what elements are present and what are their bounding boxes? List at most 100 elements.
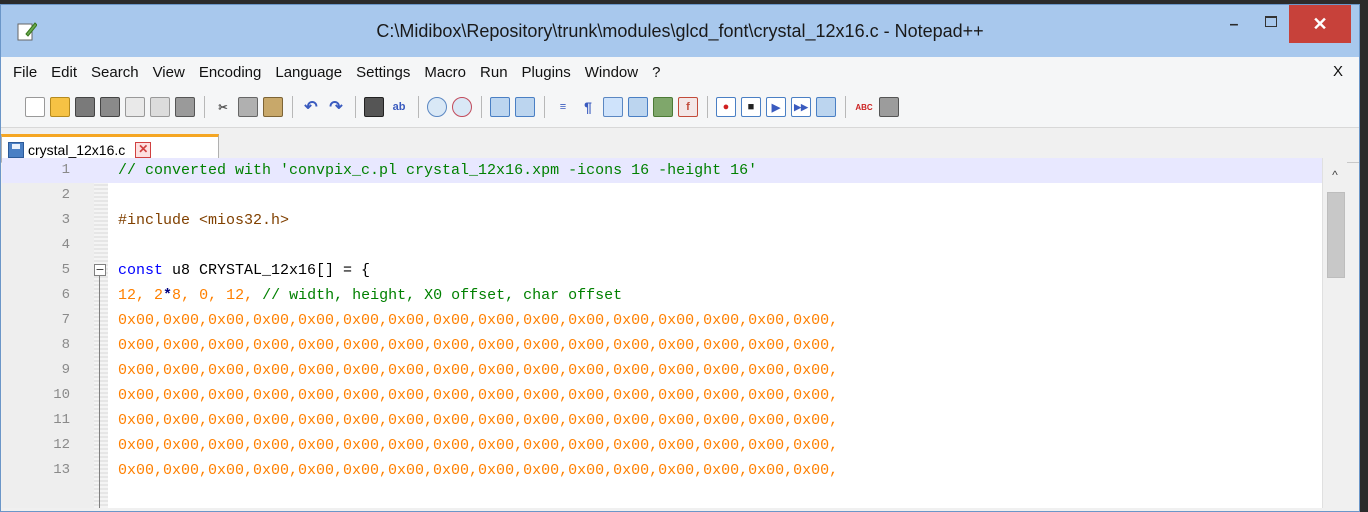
line-number: 10 [53, 387, 70, 403]
stop-recording-icon[interactable]: ■ [741, 97, 761, 117]
fold-collapse-icon[interactable]: − [94, 264, 106, 276]
paste-icon[interactable] [263, 97, 283, 117]
record-macro-icon[interactable]: ● [716, 97, 736, 117]
line-text: 0x00,0x00,0x00,0x00,0x00,0x00,0x00,0x00,… [118, 412, 839, 429]
line-number: 6 [61, 287, 70, 303]
maximize-button[interactable] [1259, 5, 1283, 37]
show-all-characters-icon[interactable]: ¶ [578, 97, 598, 117]
new-file-icon[interactable] [25, 97, 45, 117]
run-macro-multiple-icon[interactable]: ▶▶ [791, 97, 811, 117]
scroll-up-arrow-icon[interactable]: ^ [1323, 168, 1347, 182]
line-number: 5 [61, 262, 70, 278]
play-macro-icon[interactable]: ▶ [766, 97, 786, 117]
code-line[interactable]: 10 0x00,0x00,0x00,0x00,0x00,0x00,0x00,0x… [2, 383, 1322, 408]
code-line[interactable]: 13 0x00,0x00,0x00,0x00,0x00,0x00,0x00,0x… [2, 458, 1322, 483]
declaration-text: u8 CRYSTAL_12x16[] = { [163, 262, 371, 279]
document-map-icon[interactable] [653, 97, 673, 117]
user-defined-language-icon[interactable] [628, 97, 648, 117]
desktop-background [1360, 0, 1368, 512]
line-text: #include <mios32.h> [118, 212, 290, 229]
close-all-icon[interactable] [150, 97, 170, 117]
number-literal: , 2 [136, 287, 164, 304]
word-wrap-icon[interactable]: ≡ [553, 97, 573, 117]
code-line[interactable]: 7 0x00,0x00,0x00,0x00,0x00,0x00,0x00,0x0… [2, 308, 1322, 333]
save-macro-icon[interactable] [816, 97, 836, 117]
open-file-icon[interactable] [50, 97, 70, 117]
window-title: C:\Midibox\Repository\trunk\modules\glcd… [376, 21, 984, 41]
tab-close-icon[interactable]: ✕ [135, 141, 152, 158]
save-all-icon[interactable] [100, 97, 120, 117]
redo-icon[interactable]: ↷ [326, 97, 346, 117]
menu-plugins[interactable]: Plugins [516, 64, 579, 81]
line-text: 0x00,0x00,0x00,0x00,0x00,0x00,0x00,0x00,… [118, 312, 839, 329]
toolbar-separator [845, 96, 846, 118]
line-text: 12, 2*8, 0, 12, // width, height, X0 off… [118, 283, 622, 308]
line-number: 3 [61, 212, 70, 228]
function-list-icon[interactable]: f [678, 97, 698, 117]
copy-icon[interactable] [238, 97, 258, 117]
zoom-in-icon[interactable] [427, 97, 447, 117]
keyword: const [118, 262, 164, 279]
line-text: 0x00,0x00,0x00,0x00,0x00,0x00,0x00,0x00,… [118, 362, 839, 379]
code-line[interactable]: 11 0x00,0x00,0x00,0x00,0x00,0x00,0x00,0x… [2, 408, 1322, 433]
menu-language[interactable]: Language [269, 64, 350, 81]
line-number: 4 [61, 237, 70, 253]
close-document-button[interactable]: X [1333, 63, 1343, 80]
line-number: 9 [61, 362, 70, 378]
code-editor[interactable]: 1 // converted with 'convpix_c.pl crysta… [2, 158, 1322, 508]
line-text: 0x00,0x00,0x00,0x00,0x00,0x00,0x00,0x00,… [118, 387, 839, 404]
close-button[interactable]: ✕ [1289, 5, 1351, 43]
menu-macro[interactable]: Macro [418, 64, 474, 81]
find-icon[interactable] [364, 97, 384, 117]
code-line[interactable]: 1 // converted with 'convpix_c.pl crysta… [2, 158, 1322, 183]
line-text: const u8 CRYSTAL_12x16[] = { [118, 258, 370, 283]
code-line[interactable]: 8 0x00,0x00,0x00,0x00,0x00,0x00,0x00,0x0… [2, 333, 1322, 358]
tab-label: crystal_12x16.c [28, 141, 126, 158]
menu-view[interactable]: View [147, 64, 193, 81]
code-line[interactable]: 2 [2, 183, 1322, 208]
toolbar-separator [418, 96, 419, 118]
menu-help[interactable]: ? [646, 64, 668, 81]
title-bar[interactable]: C:\Midibox\Repository\trunk\modules\glcd… [1, 5, 1359, 57]
line-number: 1 [61, 162, 70, 178]
tools-icon[interactable] [879, 97, 899, 117]
number-literal: , 0, 12, [181, 287, 263, 304]
toolbar-separator [355, 96, 356, 118]
code-line[interactable]: 3 #include <mios32.h> [2, 208, 1322, 233]
menu-edit[interactable]: Edit [45, 64, 85, 81]
scrollbar-thumb[interactable] [1327, 192, 1345, 278]
indent-guide-icon[interactable] [603, 97, 623, 117]
close-icon[interactable] [125, 97, 145, 117]
menu-run[interactable]: Run [474, 64, 516, 81]
menu-search[interactable]: Search [85, 64, 147, 81]
toolbar-separator [292, 96, 293, 118]
line-text: // converted with 'convpix_c.pl crystal_… [118, 162, 758, 179]
menu-bar: File Edit Search View Encoding Language … [1, 57, 1359, 87]
toolbar-separator [707, 96, 708, 118]
cut-icon[interactable]: ✂ [213, 97, 233, 117]
zoom-out-icon[interactable] [452, 97, 472, 117]
line-text: 0x00,0x00,0x00,0x00,0x00,0x00,0x00,0x00,… [118, 337, 839, 354]
code-line[interactable]: 5 − const u8 CRYSTAL_12x16[] = { [2, 258, 1322, 283]
spell-check-icon[interactable]: ABC [854, 97, 874, 117]
menu-file[interactable]: File [7, 64, 45, 81]
save-icon[interactable] [75, 97, 95, 117]
code-line[interactable]: 12 0x00,0x00,0x00,0x00,0x00,0x00,0x00,0x… [2, 433, 1322, 458]
menu-window[interactable]: Window [579, 64, 646, 81]
menu-encoding[interactable]: Encoding [193, 64, 270, 81]
minimize-button[interactable]: – [1211, 9, 1257, 41]
code-line[interactable]: 9 0x00,0x00,0x00,0x00,0x00,0x00,0x00,0x0… [2, 358, 1322, 383]
code-line[interactable]: 4 [2, 233, 1322, 258]
vertical-scrollbar[interactable]: ^ [1322, 158, 1347, 508]
code-line[interactable]: 6 12, 2*8, 0, 12, // width, height, X0 o… [2, 283, 1322, 308]
sync-vertical-icon[interactable] [490, 97, 510, 117]
undo-icon[interactable]: ↶ [301, 97, 321, 117]
line-number: 7 [61, 312, 70, 328]
print-icon[interactable] [175, 97, 195, 117]
menu-settings[interactable]: Settings [350, 64, 418, 81]
replace-icon[interactable]: ab [389, 97, 409, 117]
line-text: 0x00,0x00,0x00,0x00,0x00,0x00,0x00,0x00,… [118, 462, 839, 479]
toolbar: ✂ ↶ ↷ ab ≡ ¶ f ● ■ ▶ ▶▶ ABC [1, 87, 1359, 128]
line-number: 13 [53, 462, 70, 478]
sync-horizontal-icon[interactable] [515, 97, 535, 117]
